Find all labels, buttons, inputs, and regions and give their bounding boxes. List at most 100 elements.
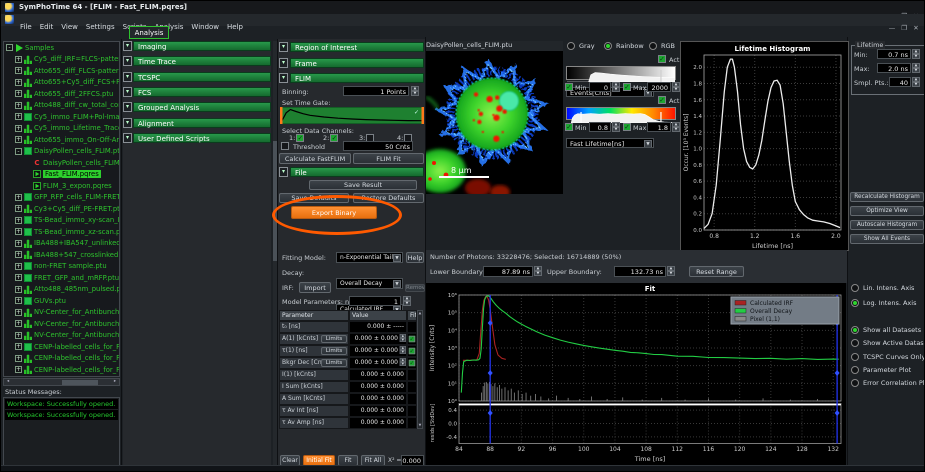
fit-checkbox[interactable] xyxy=(409,360,415,366)
table-scrollbar[interactable]: ▲ ▼ xyxy=(417,310,423,429)
param-value-cell[interactable]: 0.000 ± 0.000 xyxy=(349,381,407,393)
collapse-roi-icon[interactable] xyxy=(279,42,288,52)
expand-icon[interactable]: + xyxy=(15,274,22,281)
lifetime-min-input[interactable]: 0.8 xyxy=(589,122,611,132)
upper-boundary-stepper[interactable] xyxy=(667,266,675,276)
hist-min-stepper[interactable] xyxy=(912,49,920,59)
lifetime-max-stepper[interactable] xyxy=(672,122,680,132)
tree-item[interactable]: +FRET_GFP_and_mRFP.ptu xyxy=(4,272,119,284)
option-parameter-plot[interactable]: Parameter Plot xyxy=(851,366,911,374)
menu-settings[interactable]: Settings xyxy=(82,22,119,32)
tree-item[interactable]: FLIM_3_expon.pqres xyxy=(4,180,119,192)
expand-icon[interactable]: + xyxy=(15,240,22,247)
hist-max-stepper[interactable] xyxy=(912,63,920,73)
radio-icon[interactable] xyxy=(851,339,859,347)
param-value-cell[interactable]: 0.000 ± 0.000 xyxy=(349,345,407,357)
lifetime-active-checkbox[interactable] xyxy=(658,96,666,104)
param-value-cell[interactable]: 0.000 ± 0.000 xyxy=(349,393,407,405)
expand-icon[interactable]: + xyxy=(15,113,22,120)
option-lin-intens-axis[interactable]: Lin. Intens. Axis xyxy=(851,284,914,292)
scroll-left-icon[interactable]: ◂ xyxy=(4,379,12,385)
scroll-down-icon[interactable]: ▼ xyxy=(418,423,422,428)
expand-icon[interactable]: + xyxy=(15,125,22,132)
tree-item[interactable]: +CENP-labelled_cells_for_FRET_IR xyxy=(4,364,119,376)
tree-item[interactable]: +Atto655+Cy5_diff_FCS+FLCS.ptu xyxy=(4,77,119,89)
expand-icon[interactable]: + xyxy=(15,355,22,362)
irf-remove-button[interactable]: Remove xyxy=(405,284,425,292)
collapse-file-icon[interactable] xyxy=(279,167,288,177)
section-header-grouped-analysis[interactable]: Grouped Analysis xyxy=(133,102,271,112)
menu-file[interactable]: File xyxy=(16,22,36,32)
section-header-flim[interactable]: FLIM xyxy=(290,73,424,83)
param-value-cell[interactable]: 0.000 ± 0.000 xyxy=(349,357,407,369)
radio-icon[interactable] xyxy=(851,326,859,334)
time-gate-widget[interactable]: ✓ xyxy=(280,107,424,124)
hist-max-input[interactable]: 2.0 ns xyxy=(877,63,911,73)
collapse-tcspc-icon[interactable] xyxy=(123,72,132,82)
tree-item[interactable]: -Samples xyxy=(4,42,119,54)
tree-item[interactable]: +NV-Center_for_Antibunching_2.p xyxy=(4,318,119,330)
flim-panel-scrollbar[interactable] xyxy=(273,41,277,471)
tree-item[interactable]: +Atto488_diff_cw_total_correlatio xyxy=(4,100,119,112)
hist-min-input[interactable]: 0.7 ns xyxy=(877,49,911,59)
menu-help[interactable]: Help xyxy=(223,22,247,32)
lifetime-max-checkbox[interactable] xyxy=(623,123,631,131)
tree-item[interactable]: +NV-Center_for_Antibunching_se xyxy=(4,330,119,342)
expand-icon[interactable]: + xyxy=(15,136,22,143)
expand-icon[interactable]: + xyxy=(15,320,22,327)
lifetime-colorbar-slider[interactable] xyxy=(566,107,676,120)
gray-radio-icon[interactable] xyxy=(567,42,575,50)
expand-icon[interactable]: + xyxy=(15,205,22,212)
radio-icon[interactable] xyxy=(851,284,859,292)
expand-icon[interactable]: + xyxy=(15,366,22,373)
fitting-model-select[interactable]: n-Exponential Tailfit xyxy=(336,252,403,263)
section-header-time-trace[interactable]: Time Trace xyxy=(133,56,271,66)
expand-icon[interactable]: + xyxy=(15,79,22,86)
value-stepper[interactable] xyxy=(400,358,406,366)
smpl-pts-stepper[interactable] xyxy=(912,77,920,87)
expand-icon[interactable]: + xyxy=(15,286,22,293)
tree-item[interactable]: +GUVs.ptu xyxy=(4,295,119,307)
rgb-radio-icon[interactable] xyxy=(649,42,657,50)
events-histogram-slider[interactable] xyxy=(566,66,676,80)
expand-icon[interactable]: + xyxy=(15,297,22,304)
tree-item[interactable]: +CENP-labelled_cells_for_FRET_IR xyxy=(4,353,119,365)
radio-icon[interactable] xyxy=(851,366,859,374)
radio-icon[interactable] xyxy=(851,353,859,361)
fit-chart[interactable]: 8488929610010410811211612012412813210⁰10… xyxy=(426,283,846,466)
mdi-restore-icon[interactable]: ❐ xyxy=(898,24,910,32)
section-header-imaging[interactable]: Imaging xyxy=(133,41,271,51)
mdi-minimize-icon[interactable]: — xyxy=(886,24,898,32)
collapse-flim-icon[interactable] xyxy=(279,73,288,83)
lifetime-channel-select[interactable]: Fast Lifetime[ns] xyxy=(566,138,654,148)
limits-button[interactable]: Limits xyxy=(321,359,347,367)
menu-edit[interactable]: Edit xyxy=(36,22,58,32)
binning-input[interactable]: 1 Points xyxy=(343,86,409,96)
tree-item-selected[interactable]: Fast_FLIM.pqres xyxy=(4,169,119,181)
tree-item[interactable]: -DaisyPollen_cells_FLIM.ptu xyxy=(4,146,119,158)
param-value-cell[interactable]: 0.000 ± 0.000 xyxy=(349,417,407,429)
tree-item[interactable]: +non-FRET sample.ptu xyxy=(4,261,119,273)
mdi-close-icon[interactable]: ✕ xyxy=(910,24,922,32)
binning-stepper[interactable] xyxy=(411,86,419,96)
menu-window[interactable]: Window xyxy=(187,22,223,32)
menu-view[interactable]: View xyxy=(57,22,82,32)
collapse-frame-icon[interactable] xyxy=(279,58,288,68)
smpl-pts-input[interactable]: 40 xyxy=(889,77,911,87)
tab-analysis[interactable]: Analysis xyxy=(129,26,169,39)
tree-item[interactable]: +NV-Center_for_Antibunching_1.p xyxy=(4,307,119,319)
section-header-tcspc[interactable]: TCSPC xyxy=(133,72,271,82)
tree-item[interactable]: +Cy5_diff_IRF=FLCS-pattern.ptu xyxy=(4,54,119,66)
section-header-roi[interactable]: Region of Interest xyxy=(290,42,424,52)
events-max-checkbox[interactable] xyxy=(623,83,631,91)
option-log-intens-axis[interactable]: Log. Intens. Axis xyxy=(851,299,916,307)
tree-item[interactable]: +CENP-labelled_cells_for_FRET.pt xyxy=(4,341,119,353)
events-min-checkbox[interactable] xyxy=(565,83,573,91)
tree-item[interactable]: +Atto655_immo_On-Off-Analysis.p xyxy=(4,134,119,146)
mode-rgb[interactable]: RGB xyxy=(649,42,675,50)
expand-icon[interactable]: + xyxy=(15,90,22,97)
expand-icon[interactable]: + xyxy=(15,194,22,201)
fit-checkbox[interactable] xyxy=(409,336,415,342)
mode-gray[interactable]: Gray xyxy=(567,42,595,50)
calculate-fastflim-button[interactable]: Calculate FastFLIM xyxy=(279,153,351,164)
